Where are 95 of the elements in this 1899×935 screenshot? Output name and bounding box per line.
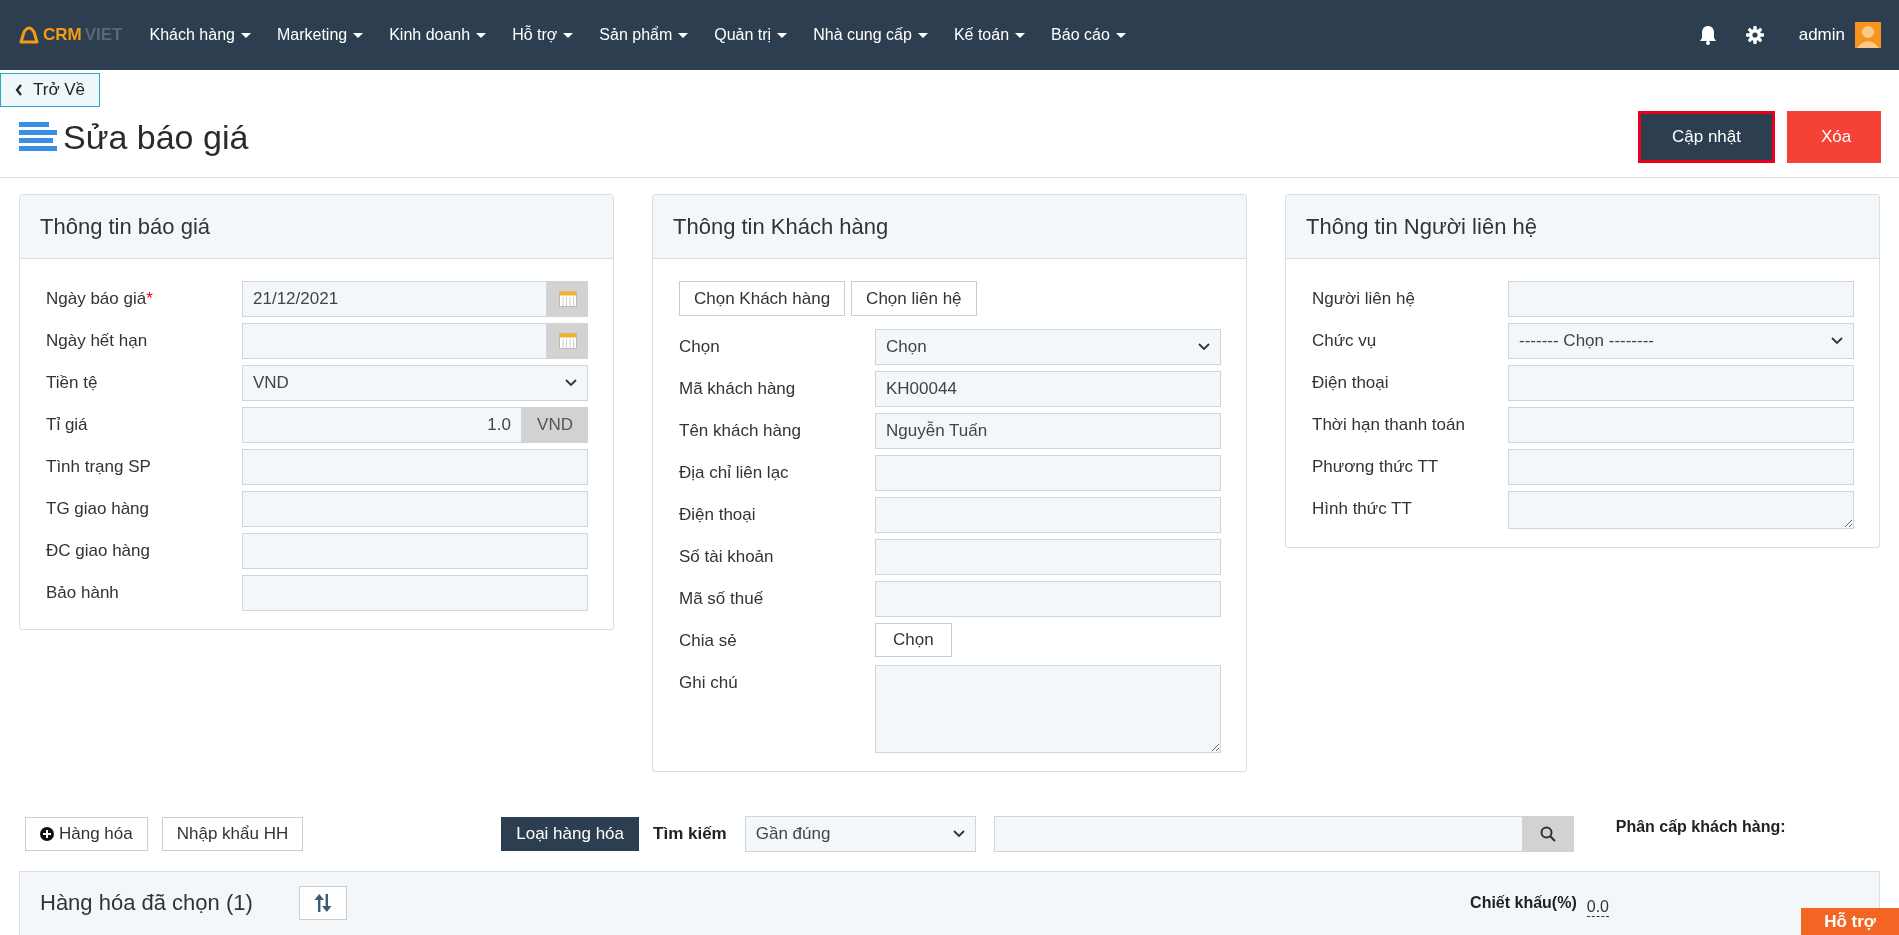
- select-button[interactable]: Chọn Khách hàng: [679, 281, 846, 316]
- share-select-button[interactable]: Chọn: [875, 623, 952, 657]
- field-label: Ngày hết hạn: [46, 330, 149, 352]
- search-icon: [1540, 826, 1557, 842]
- field-label: Phương thức TT: [1312, 456, 1440, 478]
- nav-menu-item[interactable]: Quản trị: [714, 26, 788, 44]
- discount-value[interactable]: 0.0: [1586, 897, 1609, 917]
- calendar-button[interactable]: [547, 323, 588, 359]
- field-label: Tên khách hàng: [679, 420, 802, 442]
- textarea-field[interactable]: [1508, 491, 1854, 529]
- text-field[interactable]: [875, 539, 1221, 575]
- nav-menu-item[interactable]: Khách hàng: [149, 26, 251, 44]
- text-field[interactable]: [1508, 365, 1854, 401]
- text-field[interactable]: [242, 533, 588, 569]
- field-label: Bảo hành: [46, 582, 120, 604]
- nav-menu-item[interactable]: Nhà cung cấp: [813, 26, 928, 44]
- nav-menu-item[interactable]: Sản phẩm: [599, 26, 689, 44]
- field-label: Tình trạng SP: [46, 456, 152, 478]
- card-title: Thông tin Người liên hệ: [1306, 213, 1537, 240]
- text-field[interactable]: [875, 581, 1221, 617]
- page-title: Sửa báo giá: [63, 117, 249, 157]
- dropdown-field[interactable]: VND: [242, 365, 588, 401]
- search-mode-dropdown[interactable]: Gần đúng: [744, 816, 976, 852]
- text-field[interactable]: [1508, 407, 1854, 443]
- date-field[interactable]: [242, 323, 547, 359]
- text-field[interactable]: KH00044: [875, 371, 1221, 407]
- list-icon: [19, 122, 57, 152]
- text-field[interactable]: [242, 491, 588, 527]
- field-label: ĐC giao hàng: [46, 540, 151, 562]
- chevron-down-icon: [1198, 343, 1210, 351]
- search-button[interactable]: [1522, 816, 1574, 852]
- text-field[interactable]: [875, 497, 1221, 533]
- field-label: Mã số thuế: [679, 588, 765, 610]
- notification-bell-icon[interactable]: [1698, 25, 1717, 45]
- text-field[interactable]: [875, 455, 1221, 491]
- text-field[interactable]: [1508, 449, 1854, 485]
- field-label: Số tài khoản: [679, 546, 775, 568]
- field-label: Hình thức TT: [1312, 498, 1413, 520]
- settings-icon[interactable]: [1744, 25, 1765, 45]
- add-goods-button[interactable]: Hàng hóa: [25, 817, 148, 851]
- nav-menu-item[interactable]: Hỗ trợ: [512, 26, 574, 44]
- avatar-icon[interactable]: [1855, 22, 1881, 48]
- field-label: Người liên hệ: [1312, 288, 1416, 310]
- select-button[interactable]: Chọn liên hệ: [851, 281, 977, 316]
- category-button[interactable]: Loại hàng hóa: [501, 817, 640, 851]
- dropdown-field[interactable]: ------- Chọn --------: [1508, 323, 1854, 359]
- field-label: Địa chỉ liên lạc: [679, 462, 790, 484]
- calendar-button[interactable]: [547, 281, 588, 317]
- user-name[interactable]: admin: [1798, 25, 1845, 45]
- dropdown-field[interactable]: Chọn: [875, 329, 1221, 365]
- sort-button[interactable]: [298, 886, 347, 920]
- search-field[interactable]: [993, 816, 1523, 852]
- nav-menu-item[interactable]: Kinh doanh: [389, 26, 487, 44]
- discount-label: Chiết khấu(%): [1470, 894, 1577, 912]
- chevron-down-icon: [1831, 337, 1843, 345]
- field-label: Chọn: [679, 336, 721, 358]
- text-field[interactable]: [1508, 281, 1854, 317]
- date-field[interactable]: 21/12/2021: [242, 281, 547, 317]
- card-title: Thông tin báo giá: [40, 213, 211, 240]
- field-label: Mã khách hàng: [679, 378, 797, 400]
- text-field[interactable]: [242, 575, 588, 611]
- action-button[interactable]: Xóa: [1787, 111, 1881, 163]
- panel-title: Hàng hóa đã chọn (1): [40, 890, 253, 916]
- import-goods-button[interactable]: Nhập khẩu HH: [161, 817, 304, 851]
- customer-tier-label: Phân cấp khách hàng:: [1615, 818, 1786, 836]
- field-label: Tiền tệ: [46, 372, 99, 394]
- bell-outline-icon: [18, 26, 40, 44]
- nav-menu-item[interactable]: Báo cáo: [1051, 26, 1126, 44]
- rate-field[interactable]: 1.0: [242, 407, 522, 443]
- field-label: Thời hạn thanh toán: [1312, 414, 1466, 436]
- sort-arrows-icon: [312, 894, 333, 912]
- field-label: TG giao hàng: [46, 498, 150, 520]
- nav-menu-item[interactable]: Kế toán: [953, 26, 1026, 44]
- plus-circle-icon: [40, 827, 54, 841]
- text-field[interactable]: [242, 449, 588, 485]
- field-label: Điện thoại: [679, 504, 757, 526]
- card-title: Thông tin Khách hàng: [673, 213, 889, 240]
- currency-addon: VND: [522, 407, 588, 443]
- action-button[interactable]: Cập nhật: [1638, 111, 1775, 163]
- calendar-icon: [558, 291, 577, 307]
- calendar-icon: [558, 333, 577, 349]
- chevron-left-icon: [15, 84, 23, 96]
- chevron-down-icon: [952, 830, 965, 838]
- notes-field[interactable]: [875, 665, 1221, 753]
- chevron-down-icon: [565, 379, 577, 387]
- back-button[interactable]: Trở Về: [0, 73, 101, 107]
- nav-menu-item[interactable]: Marketing: [276, 26, 364, 44]
- field-label: Chia sẻ: [679, 630, 738, 652]
- field-label: Ngày báo giá*: [46, 288, 154, 310]
- field-label: Chức vụ: [1312, 330, 1378, 352]
- search-label: Tìm kiếm: [653, 824, 727, 844]
- field-label: Ghi chú: [679, 672, 739, 694]
- field-label: Tỉ giá: [46, 414, 89, 436]
- field-label: Điện thoại: [1312, 372, 1390, 394]
- text-field[interactable]: Nguyễn Tuấn: [875, 413, 1221, 449]
